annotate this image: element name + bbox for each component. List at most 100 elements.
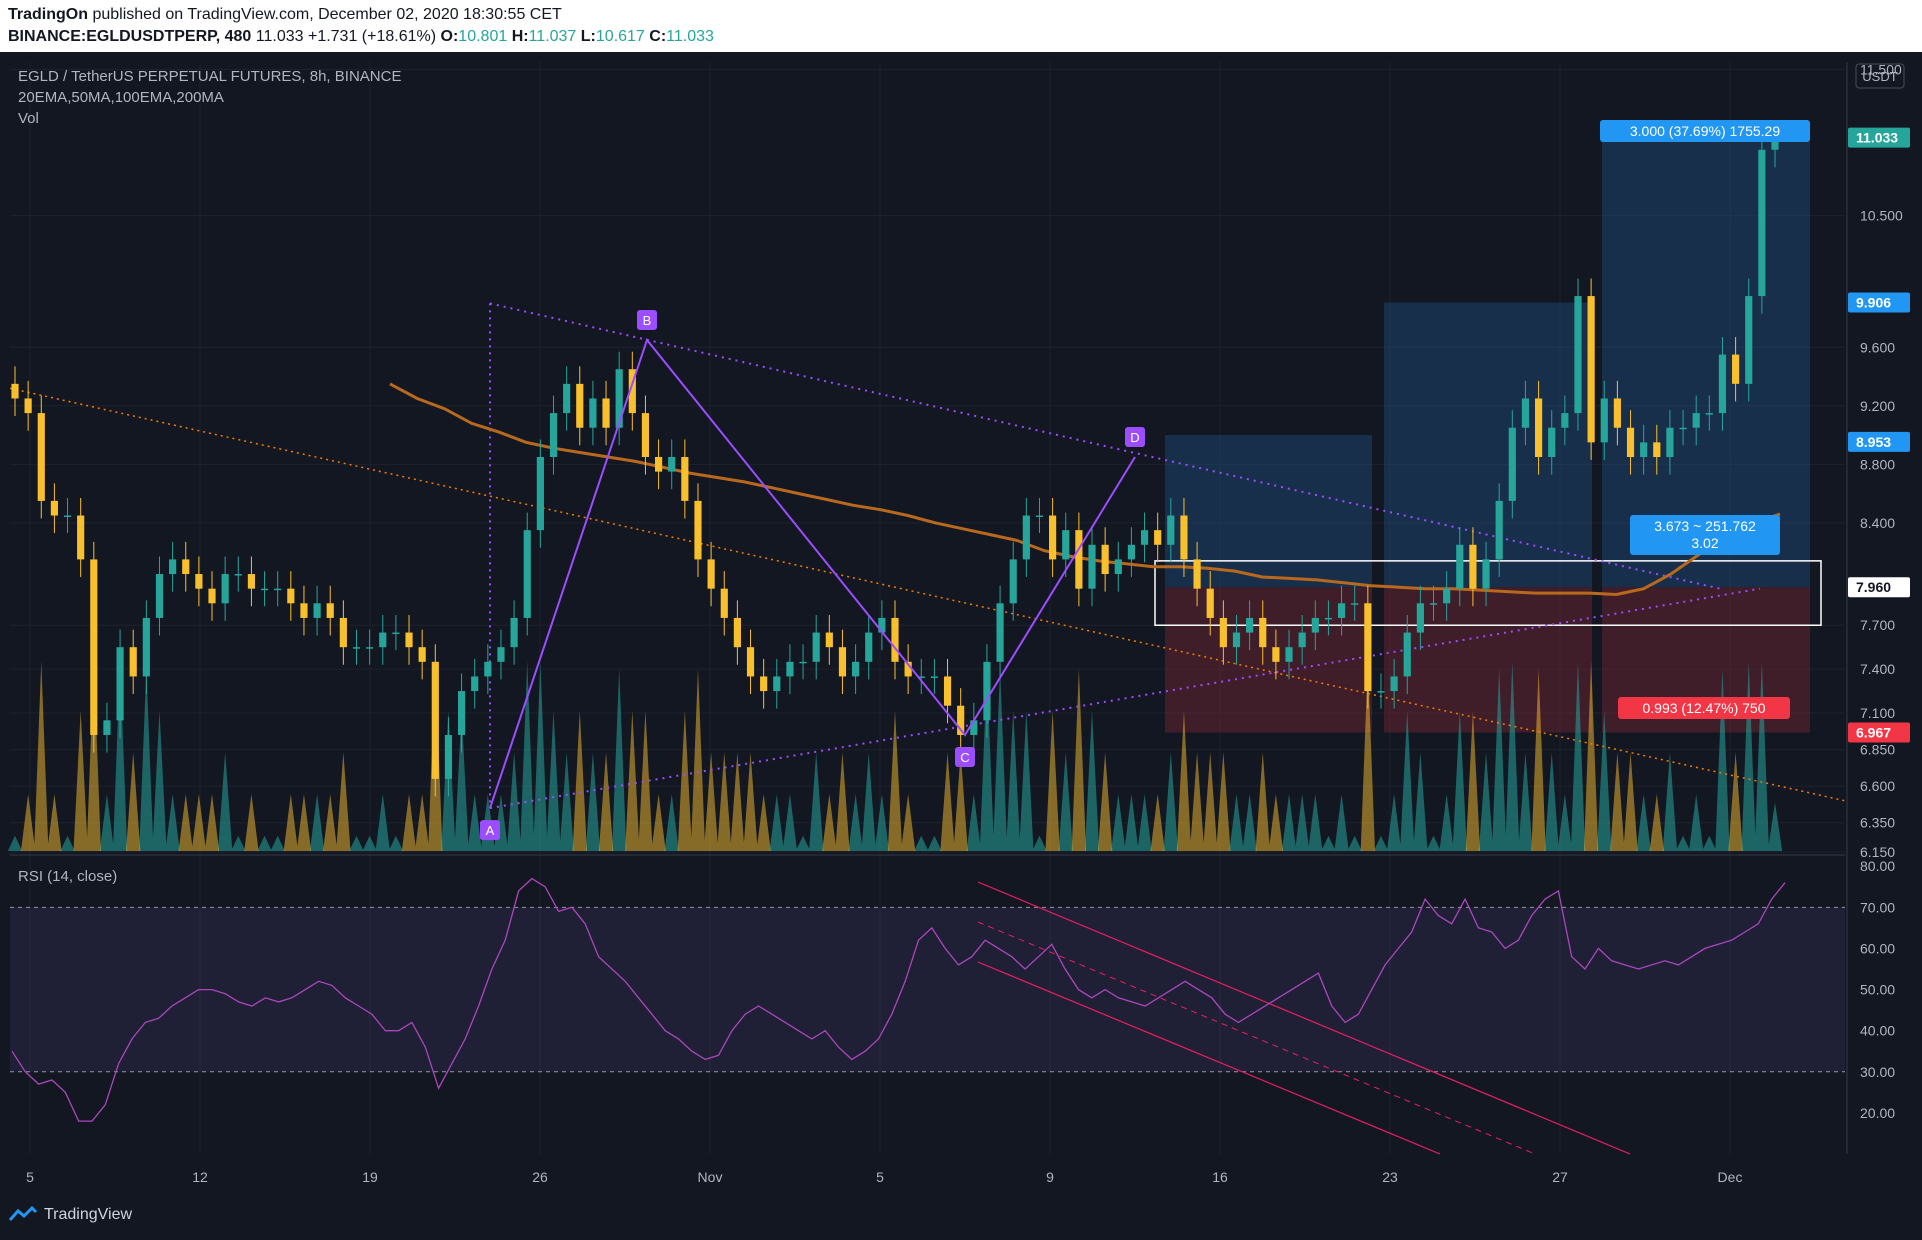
price-tick: 9.200 bbox=[1860, 398, 1895, 414]
candle bbox=[1219, 617, 1227, 648]
candle bbox=[1469, 544, 1477, 589]
time-tick: 5 bbox=[26, 1169, 34, 1185]
candle bbox=[221, 574, 229, 604]
candle bbox=[169, 559, 177, 575]
candle bbox=[1377, 691, 1385, 693]
candle bbox=[615, 369, 623, 428]
candle bbox=[1429, 603, 1438, 605]
candle bbox=[773, 676, 781, 692]
candle bbox=[970, 720, 978, 735]
candle bbox=[1114, 559, 1122, 575]
candle bbox=[195, 574, 203, 589]
tradingview-logo-icon bbox=[8, 1206, 38, 1221]
candle bbox=[1692, 413, 1700, 428]
candle bbox=[1101, 544, 1109, 575]
price-axis[interactable]: USDT11.50010.5009.6009.2008.8008.4007.70… bbox=[1846, 61, 1922, 1154]
candle bbox=[602, 398, 610, 428]
candle bbox=[668, 457, 676, 472]
candle bbox=[431, 661, 439, 779]
candle bbox=[392, 632, 400, 635]
candle bbox=[1626, 427, 1635, 457]
price-marker-label: 6.967 bbox=[1856, 724, 1891, 740]
candle bbox=[260, 588, 269, 591]
candle bbox=[1167, 515, 1175, 545]
candle bbox=[1705, 413, 1713, 415]
candle bbox=[549, 413, 558, 457]
price-tick: 7.700 bbox=[1860, 617, 1895, 633]
rsi-tick: 70.00 bbox=[1860, 899, 1895, 915]
candle bbox=[1390, 676, 1398, 692]
candle bbox=[563, 383, 571, 414]
candle bbox=[707, 559, 715, 589]
candle bbox=[182, 559, 190, 575]
candle bbox=[694, 500, 702, 560]
candle bbox=[825, 632, 833, 648]
rsi-legend[interactable]: RSI (14, close) bbox=[18, 868, 117, 885]
time-axis[interactable]: 5 12 19 26 Nov 5 9 16 23 27 Dec bbox=[26, 1169, 1742, 1185]
pattern-point-label: C bbox=[960, 750, 969, 765]
candle bbox=[1495, 500, 1503, 560]
candle bbox=[313, 603, 321, 618]
candle bbox=[1062, 530, 1070, 560]
indicator-legend[interactable]: 20EMA,50MA,100EMA,200MA bbox=[18, 89, 224, 106]
candle bbox=[1206, 588, 1214, 618]
candle bbox=[1022, 515, 1030, 560]
volume-legend[interactable]: Vol bbox=[18, 110, 39, 127]
candle bbox=[1035, 515, 1044, 518]
price-marker-label: 7.960 bbox=[1856, 579, 1891, 595]
candle bbox=[1403, 632, 1411, 677]
candle bbox=[444, 734, 453, 779]
pattern-point-label: D bbox=[1130, 430, 1139, 445]
candle bbox=[1666, 427, 1674, 457]
candle bbox=[1758, 149, 1766, 297]
price-tick: 7.100 bbox=[1860, 705, 1895, 721]
price-tick: 8.800 bbox=[1860, 456, 1895, 472]
candle bbox=[63, 515, 72, 518]
candle bbox=[50, 500, 58, 516]
candle bbox=[155, 574, 164, 618]
time-tick: 26 bbox=[532, 1169, 548, 1185]
candle bbox=[1351, 603, 1359, 605]
candle bbox=[838, 647, 847, 677]
candle bbox=[786, 661, 794, 677]
rsi-tick: 30.00 bbox=[1860, 1064, 1895, 1080]
candle bbox=[523, 530, 531, 618]
candle bbox=[1548, 427, 1556, 457]
price-marker-label: 8.953 bbox=[1856, 434, 1891, 450]
candle bbox=[11, 383, 19, 399]
time-tick: 23 bbox=[1382, 1169, 1398, 1185]
position-2-target-zone bbox=[1384, 302, 1592, 588]
candle bbox=[129, 647, 137, 677]
candle bbox=[300, 603, 308, 618]
candle bbox=[471, 676, 479, 692]
candle bbox=[1246, 617, 1254, 633]
time-tick: 27 bbox=[1552, 1169, 1568, 1185]
time-tick: 12 bbox=[192, 1169, 208, 1185]
candle bbox=[418, 647, 426, 662]
price-tick: 9.600 bbox=[1860, 339, 1895, 355]
rsi-tick: 60.00 bbox=[1860, 940, 1895, 956]
price-tick: 8.400 bbox=[1860, 515, 1895, 531]
price-tick: 10.500 bbox=[1860, 208, 1903, 224]
candle bbox=[1049, 515, 1057, 560]
candle bbox=[1232, 632, 1241, 648]
candle bbox=[733, 617, 741, 648]
time-tick: Nov bbox=[698, 1169, 723, 1185]
time-tick: Dec bbox=[1718, 1169, 1743, 1185]
candle bbox=[1482, 559, 1490, 589]
time-tick: 5 bbox=[876, 1169, 884, 1185]
candle bbox=[1324, 617, 1333, 620]
candle bbox=[654, 457, 663, 472]
candle bbox=[405, 632, 413, 648]
candle bbox=[484, 661, 492, 677]
price-chart[interactable]: ABCD USDT11.50010.5009.6009.2008.8008.40… bbox=[0, 0, 1922, 1240]
tradingview-brand: TradingView bbox=[44, 1206, 133, 1223]
candle bbox=[379, 632, 387, 648]
candle bbox=[1600, 398, 1608, 443]
candle bbox=[1587, 296, 1595, 443]
candle bbox=[1127, 544, 1136, 560]
candle bbox=[760, 676, 768, 692]
pattern-point-label: B bbox=[643, 313, 652, 328]
stop-label: 0.993 (12.47%) 750 bbox=[1643, 700, 1766, 716]
tradingview-logo[interactable]: TradingView bbox=[8, 1206, 132, 1224]
